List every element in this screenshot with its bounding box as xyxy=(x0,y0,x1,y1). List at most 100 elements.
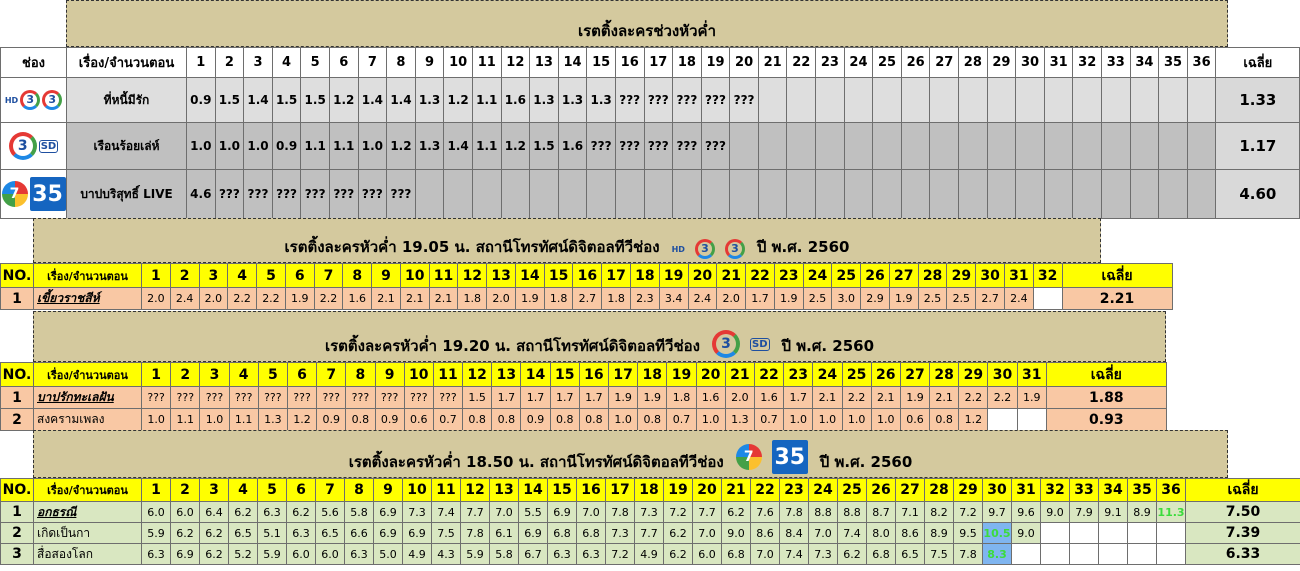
rating-cell: 1.9 xyxy=(514,287,545,310)
rating-cell: 2.1 xyxy=(428,287,459,310)
empty-cell xyxy=(900,122,931,170)
rating-cell: 8.6 xyxy=(750,522,780,544)
header-episode: 34 xyxy=(1129,47,1160,78)
rating-cell: 6.2 xyxy=(199,522,229,544)
rating-cell: 1.0 xyxy=(186,122,216,170)
rating-cell: 1.2 xyxy=(386,122,416,170)
rating-cell: 2.2 xyxy=(227,287,258,310)
table-row: 3 SD เรือนร้อยเล่ห์ 1.0 1.0 1.0 0.9 1.1 1.1 1.0 1.… xyxy=(0,122,1300,170)
header-average: เฉลี่ย xyxy=(1215,47,1300,78)
rating-cell: 1.0 xyxy=(607,408,639,431)
empty-cell xyxy=(500,169,531,219)
header-episode: 17 xyxy=(601,263,632,288)
rating-cell: 8.9 xyxy=(1127,501,1157,523)
rating-cell: 2.0 xyxy=(486,287,516,310)
rating-cell: 7.0 xyxy=(692,522,722,544)
empty-cell xyxy=(1127,543,1157,565)
rating-cell: 9.5 xyxy=(953,522,983,544)
header-episode: 14 xyxy=(520,362,551,387)
empty-cell xyxy=(1040,543,1070,565)
header-episode: 7 xyxy=(316,362,347,387)
header-episode: 11 xyxy=(432,362,464,387)
header-episode: 22 xyxy=(753,362,785,387)
rating-cell: 0.9 xyxy=(271,122,302,170)
rating-cell: 1.0 xyxy=(812,408,843,431)
header-episode: 12 xyxy=(462,362,493,387)
rating-cell: 1.4 xyxy=(386,77,416,123)
ch3hd-logo: HD 3 3 xyxy=(5,90,63,110)
header-episode: 30 xyxy=(982,478,1012,502)
rating-cell: 6.8 xyxy=(547,522,577,544)
header-episode: 10 xyxy=(443,47,473,78)
header-episode: 28 xyxy=(958,47,988,78)
header-episode: 21 xyxy=(724,362,755,387)
rating-cell: 2.0 xyxy=(141,287,171,310)
rating-cell: ??? xyxy=(228,386,259,409)
rating-cell: 1.9 xyxy=(773,287,804,310)
rating-cell: 0.8 xyxy=(491,408,522,431)
average-cell: 1.17 xyxy=(1215,122,1300,170)
header-no: NO. xyxy=(0,362,34,387)
empty-cell xyxy=(1129,169,1160,219)
rating-cell: 6.0 xyxy=(315,543,345,565)
rating-cell: 6.3 xyxy=(257,501,287,523)
header-episode: 23 xyxy=(783,362,814,387)
header-episode: 3 xyxy=(243,47,273,78)
rating-cell: 1.6 xyxy=(557,122,588,170)
rating-cell: 11.3 xyxy=(1156,501,1186,523)
drama-title: เกิดเป็นกา xyxy=(33,522,142,544)
header-episode: 9 xyxy=(371,263,401,288)
empty-cell xyxy=(1186,169,1217,219)
header-episode: 36 xyxy=(1186,47,1217,78)
empty-cell xyxy=(1158,77,1188,123)
table-row: HD 3 3 ที่หนี้มีรัก 0.9 1.5 1.4 1.5 1.5 1.2 1.4 1.4… xyxy=(0,77,1300,123)
rating-cell: 1.6 xyxy=(695,386,726,409)
channel7-hd35-logo: 7 35 xyxy=(732,440,812,474)
rating-cell: 1.1 xyxy=(471,122,502,170)
empty-cell xyxy=(1069,543,1099,565)
rating-cell: 8.8 xyxy=(808,501,838,523)
header-episode: 27 xyxy=(899,362,931,387)
rating-cell: ??? xyxy=(345,386,376,409)
header-episode: 19 xyxy=(658,263,689,288)
header-average: เฉลี่ย xyxy=(1061,263,1173,288)
table-row: 1 อกธรณี 6.0 6.0 6.4 6.2 6.3 6.2 5.6 5.8 6.9 7.3 7.4… xyxy=(0,501,1300,523)
header-title: เรื่อง/จำนวนตอน xyxy=(33,478,142,502)
header-episode: 20 xyxy=(687,263,718,288)
header-episode: 7 xyxy=(315,478,345,502)
header-episode: 24 xyxy=(808,478,838,502)
header-episode: 6 xyxy=(286,478,316,502)
rating-cell: 7.7 xyxy=(692,501,722,523)
rating-cell: ??? xyxy=(140,386,172,409)
header-episode: 26 xyxy=(900,47,931,78)
empty-cell xyxy=(1101,122,1131,170)
empty-cell xyxy=(757,77,788,123)
rating-cell: 7.8 xyxy=(779,501,809,523)
channel3-hd-logo: HD 3 3 xyxy=(668,239,749,259)
header-episode: 7 xyxy=(357,47,388,78)
rating-cell: ??? xyxy=(243,169,273,219)
empty-cell xyxy=(529,169,559,219)
header-episode: 8 xyxy=(344,478,374,502)
rating-cell: 1.5 xyxy=(271,77,302,123)
header-channel: ช่อง xyxy=(0,47,67,78)
rating-cell: 6.1 xyxy=(489,522,519,544)
rating-cell: 1.9 xyxy=(607,386,639,409)
rating-cell: 6.2 xyxy=(721,501,751,523)
header-episode: 18 xyxy=(634,478,664,502)
header-episode: 10 xyxy=(402,478,432,502)
rating-cell: 6.2 xyxy=(663,522,693,544)
rating-cell: 10.5 xyxy=(982,522,1012,544)
rating-cell: 9.7 xyxy=(982,501,1012,523)
rating-cell: 0.8 xyxy=(549,408,580,431)
empty-cell xyxy=(729,122,759,170)
average-cell: 1.33 xyxy=(1215,77,1300,123)
header-episode: 26 xyxy=(870,362,901,387)
rating-cell: 5.2 xyxy=(228,543,258,565)
drama-title: สื่อสองโลก xyxy=(33,543,142,565)
header-episode: 9 xyxy=(414,47,445,78)
rating-cell: ??? xyxy=(700,77,731,123)
rating-cell: ??? xyxy=(328,169,359,219)
rating-cell: ??? xyxy=(586,122,616,170)
section1-title-bar: เรตติ้งละครช่วงหัวค่ำ xyxy=(66,0,1228,47)
